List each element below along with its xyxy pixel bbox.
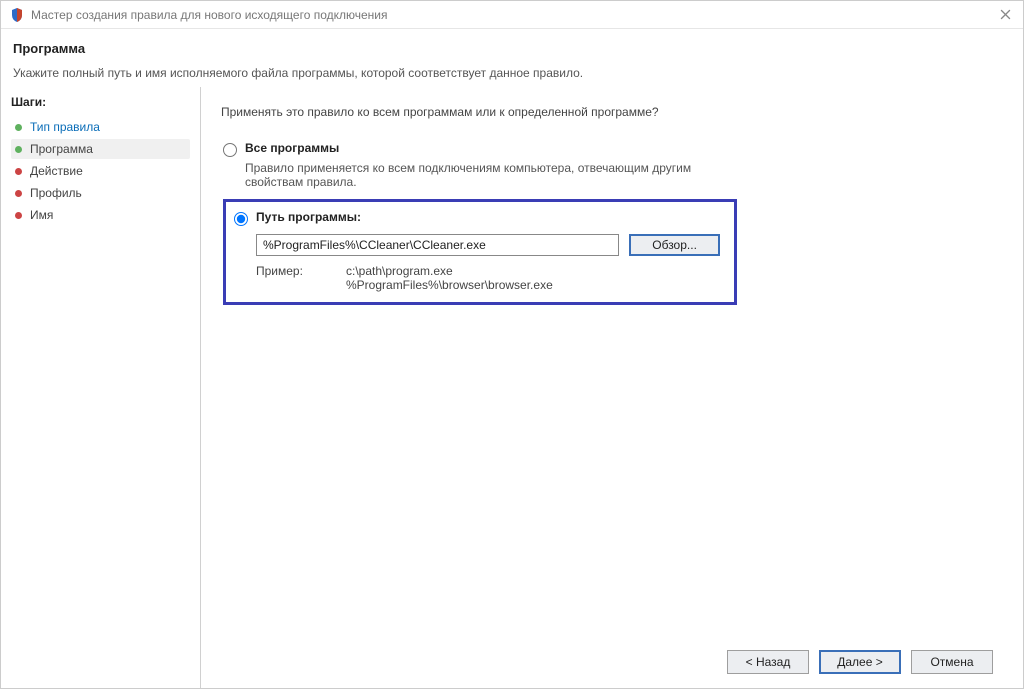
step-profile[interactable]: Профиль [11,183,190,203]
radio-group: Все программы Правило применяется ко все… [221,141,993,305]
wizard-window: Мастер создания правила для нового исход… [0,0,1024,689]
bullet-icon [15,190,22,197]
body: Шаги: Тип правила Программа Действие Про… [1,86,1023,688]
page-subtitle: Укажите полный путь и имя исполняемого ф… [13,66,1011,80]
radio-program-path-input[interactable] [234,212,248,226]
window-title: Мастер создания правила для нового исход… [31,8,995,22]
step-label: Программа [30,142,93,156]
radio-program-path-label: Путь программы: [256,210,361,224]
bullet-icon [15,146,22,153]
step-name[interactable]: Имя [11,205,190,225]
program-path-input[interactable] [256,234,619,256]
step-rule-type[interactable]: Тип правила [11,117,190,137]
steps-title: Шаги: [11,95,190,109]
close-icon[interactable] [995,5,1015,25]
question-text: Применять это правило ко всем программам… [221,105,993,119]
header: Программа Укажите полный путь и имя испо… [1,29,1023,86]
shield-icon [9,7,25,23]
step-label: Имя [30,208,53,222]
program-path-box: Путь программы: Обзор... Пример: c:\path… [223,199,737,305]
page-title: Программа [13,41,1011,56]
step-action[interactable]: Действие [11,161,190,181]
back-button[interactable]: < Назад [727,650,809,674]
titlebar: Мастер создания правила для нового исход… [1,1,1023,29]
radio-all-programs-input[interactable] [223,143,237,157]
cancel-button[interactable]: Отмена [911,650,993,674]
footer-buttons: < Назад Далее > Отмена [221,632,993,674]
example-label: Пример: [256,264,346,292]
next-button[interactable]: Далее > [819,650,901,674]
browse-button[interactable]: Обзор... [629,234,720,256]
radio-all-programs-label: Все программы [245,141,339,155]
radio-all-programs-desc: Правило применяется ко всем подключениям… [245,161,715,189]
example-values: c:\path\program.exe %ProgramFiles%\brows… [346,264,553,292]
step-program[interactable]: Программа [11,139,190,159]
step-label: Профиль [30,186,82,200]
content-area: Применять это правило ко всем программам… [201,87,1023,688]
bullet-icon [15,124,22,131]
step-label: Тип правила [30,120,100,134]
bullet-icon [15,168,22,175]
bullet-icon [15,212,22,219]
sidebar: Шаги: Тип правила Программа Действие Про… [1,87,201,688]
radio-all-programs[interactable]: Все программы [223,141,993,157]
radio-program-path[interactable]: Путь программы: [234,210,720,226]
step-label: Действие [30,164,83,178]
